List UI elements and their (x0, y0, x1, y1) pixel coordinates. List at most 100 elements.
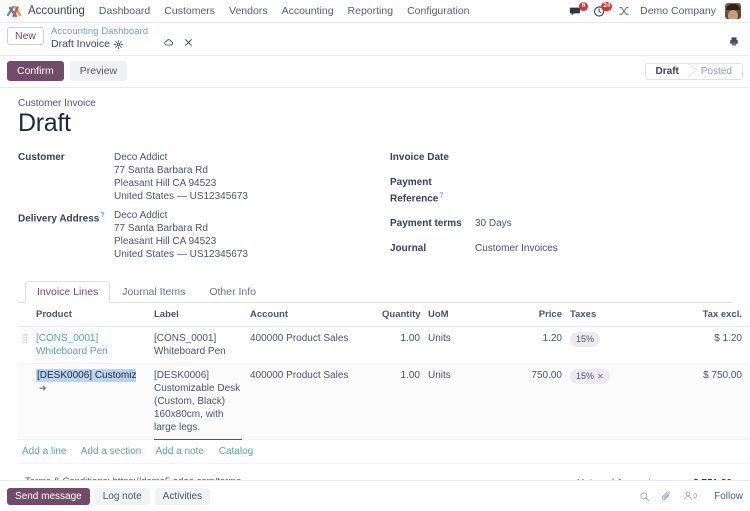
th-label[interactable]: Label (150, 302, 246, 327)
add-a-section-link[interactable]: Add a section (81, 446, 142, 457)
table-row[interactable]: [DESK0006] Customizable-D➜ [DESK0006] Cu… (18, 363, 750, 440)
cell-account[interactable]: 400000 Product Sales (246, 326, 378, 364)
cell-price[interactable]: 1.20 (494, 326, 566, 364)
tax-tag[interactable]: 15% ✕ (570, 368, 610, 384)
field-customer: Customer Deco Addict 77 Santa Barbara Rd… (18, 151, 390, 203)
delivery-city: Pleasant Hill CA 94523 (114, 235, 217, 247)
field-value-customer[interactable]: Deco Addict 77 Santa Barbara Rd Pleasant… (114, 151, 248, 203)
field-payment-terms: Payment terms 30 Days (390, 217, 732, 230)
nav-item-reporting[interactable]: Reporting (348, 5, 394, 17)
chatter-right-tools: 0 Follow (639, 491, 743, 502)
status-stage-posted[interactable]: Posted (688, 63, 742, 79)
cell-uom[interactable]: Units (424, 326, 494, 364)
cell-account[interactable]: 400000 Product Sales (246, 363, 378, 440)
form-status-bar: Confirm Preview Draft Posted (0, 56, 750, 88)
nav-app-name[interactable]: Accounting (28, 5, 85, 17)
th-taxes[interactable]: Taxes (566, 302, 654, 327)
shuffle-icon[interactable] (616, 4, 631, 19)
field-value-payment-terms[interactable]: 30 Days (475, 217, 512, 230)
tab-other-info[interactable]: Other Info (197, 281, 268, 303)
field-label-delivery-address: Delivery Address? (18, 209, 114, 225)
gear-icon[interactable] (114, 39, 124, 49)
notebook-tabs: Invoice Lines Journal Items Other Info (18, 280, 732, 303)
field-value-journal[interactable]: Customer Invoices (475, 242, 558, 255)
th-tax-excl[interactable]: Tax excl. (654, 302, 746, 327)
add-line-row: Add a line Add a section Add a note Cata… (18, 439, 750, 464)
cell-taxes[interactable]: 15% ✕ (566, 363, 654, 440)
drag-handle-placeholder (18, 363, 32, 440)
customer-city: Pleasant Hill CA 94523 (114, 177, 217, 189)
breadcrumb-parent-link[interactable]: Accounting Dashboard (51, 26, 148, 38)
close-x-icon[interactable] (183, 37, 193, 47)
product-input[interactable]: [DESK0006] Customizable-D (36, 368, 136, 382)
activities-button[interactable]: Activities (154, 487, 211, 505)
cloud-upload-icon[interactable] (164, 37, 174, 47)
odoo-logo-icon[interactable] (7, 4, 22, 19)
internal-link-arrow-icon[interactable]: ➜ (39, 383, 47, 393)
table-row[interactable]: ⣿ [CONS_0001] Whiteboard Pen [CONS_0001]… (18, 326, 750, 364)
trash-icon[interactable]: 🗑 (746, 326, 750, 364)
invoice-sheet: Customer Invoice Draft Customer Deco Add… (0, 88, 750, 480)
column-settings-icon[interactable] (746, 302, 750, 327)
cell-product[interactable]: [CONS_0001] Whiteboard Pen (32, 326, 150, 364)
nav-item-vendors[interactable]: Vendors (229, 5, 268, 17)
th-uom[interactable]: UoM (424, 302, 494, 327)
catalog-link[interactable]: Catalog (219, 446, 253, 457)
nav-item-configuration[interactable]: Configuration (407, 5, 469, 17)
help-tooltip-icon[interactable]: ? (100, 212, 104, 219)
cell-quantity[interactable]: 1.00 (378, 363, 424, 440)
trash-icon[interactable]: 🗑 (746, 363, 750, 440)
drag-handle-icon[interactable]: ⣿ (18, 326, 32, 364)
th-quantity[interactable]: Quantity (378, 302, 424, 327)
tab-journal-items[interactable]: Journal Items (110, 281, 197, 303)
search-icon[interactable] (639, 491, 650, 502)
th-account[interactable]: Account (246, 302, 378, 327)
nav-item-dashboard[interactable]: Dashboard (99, 5, 150, 17)
cell-label[interactable]: [CONS_0001] Whiteboard Pen (150, 326, 246, 364)
close-x-icon[interactable]: ✕ (597, 370, 604, 383)
cell-product[interactable]: [DESK0006] Customizable-D➜ (32, 363, 150, 440)
cell-label[interactable]: [DESK0006] Customizable Desk (Custom, Bl… (150, 363, 246, 440)
invoice-lines-table: Product Label Account Quantity UoM Price… (18, 302, 750, 464)
tax-tag[interactable]: 15% (570, 331, 601, 347)
log-note-button[interactable]: Log note (94, 487, 150, 505)
preview-button[interactable]: Preview (69, 61, 128, 81)
user-avatar[interactable] (725, 3, 741, 19)
form-subtitle: Customer Invoice (18, 98, 96, 109)
follow-button[interactable]: Follow (714, 491, 743, 502)
th-price[interactable]: Price (494, 302, 566, 327)
nav-item-accounting[interactable]: Accounting (282, 5, 334, 17)
company-name[interactable]: Demo Company (640, 5, 716, 17)
field-payment-reference: Payment Reference? (390, 176, 732, 205)
nav-item-customers[interactable]: Customers (164, 5, 215, 17)
new-button[interactable]: New (7, 27, 45, 45)
paperclip-icon[interactable] (661, 490, 672, 502)
form-scroll-area: Customer Invoice Draft Customer Deco Add… (0, 88, 750, 480)
cell-taxes[interactable]: 15% (566, 326, 654, 364)
confirm-button[interactable]: Confirm (7, 61, 64, 81)
cell-price[interactable]: 750.00 (494, 363, 566, 440)
help-tooltip-icon[interactable]: ? (439, 192, 443, 199)
field-invoice-date: Invoice Date (390, 151, 732, 164)
printer-icon[interactable] (729, 36, 739, 46)
tab-invoice-lines[interactable]: Invoice Lines (25, 280, 111, 303)
chat-bubble-icon[interactable]: 6 (568, 1, 589, 19)
add-a-line-link[interactable]: Add a line (22, 446, 66, 457)
invoice-lines-body: ⣿ [CONS_0001] Whiteboard Pen [CONS_0001]… (18, 326, 750, 464)
header-fields-grid: Customer Deco Addict 77 Santa Barbara Rd… (18, 151, 732, 267)
followers-user-icon[interactable]: 0 (683, 491, 697, 501)
th-drag (18, 302, 32, 327)
status-stage-draft[interactable]: Draft (645, 63, 689, 79)
clock-icon[interactable]: 24 (592, 1, 613, 19)
product-link[interactable]: [CONS_0001] Whiteboard Pen (36, 333, 108, 357)
record-actions (164, 37, 193, 47)
chatter-bar: Send message Log note Activities 0 Follo… (0, 480, 750, 511)
add-a-note-link[interactable]: Add a note (156, 446, 204, 457)
page-title: Draft (18, 109, 71, 137)
th-product[interactable]: Product (32, 302, 150, 327)
cell-quantity[interactable]: 1.00 (378, 326, 424, 364)
messages-count-badge: 6 (579, 1, 589, 11)
field-value-delivery-address[interactable]: Deco Addict 77 Santa Barbara Rd Pleasant… (114, 209, 248, 261)
send-message-button[interactable]: Send message (7, 487, 90, 505)
cell-uom[interactable]: Units (424, 363, 494, 440)
